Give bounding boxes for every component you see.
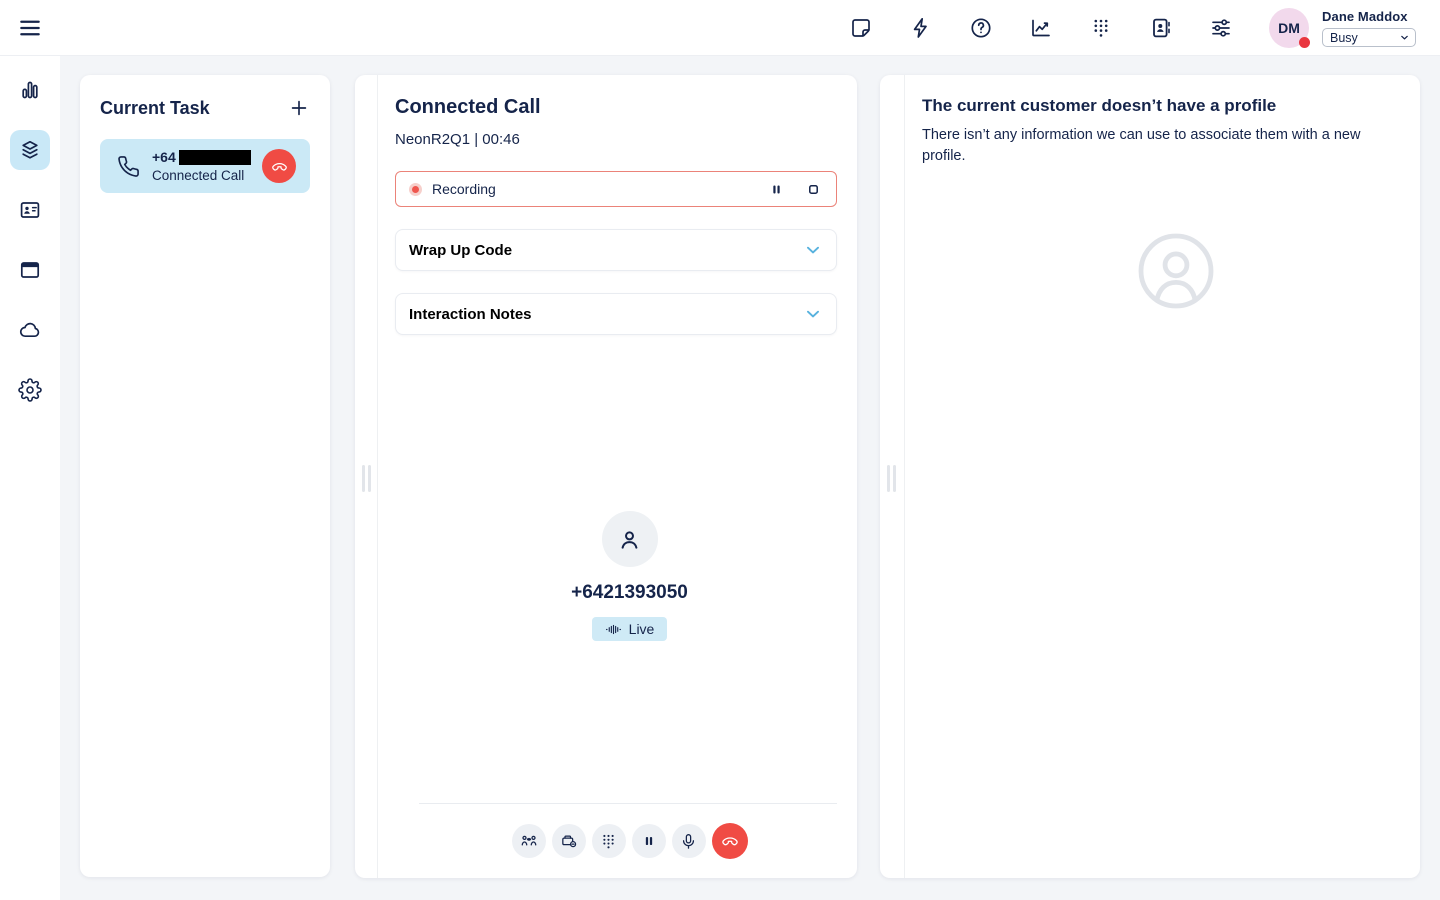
interaction-notes-label: Interaction Notes [409, 306, 532, 323]
end-call-button[interactable] [712, 823, 748, 859]
rail-item-tasks[interactable] [10, 130, 50, 170]
call-controls [402, 823, 857, 859]
left-rail [0, 56, 60, 900]
panel-resize-gutter [880, 75, 905, 878]
live-label: Live [629, 621, 655, 637]
customer-profile-panel: The current customer doesn’t have a prof… [880, 75, 1420, 878]
gear-icon [18, 378, 42, 402]
notes-button[interactable] [849, 16, 873, 40]
status-select-value: Busy [1330, 31, 1358, 45]
user-circle-icon [1134, 229, 1218, 313]
contacts-button[interactable] [1149, 16, 1173, 40]
caller-phone-number: +6421393050 [402, 582, 857, 604]
live-badge: Live [592, 617, 668, 641]
panel-drag-handle[interactable] [362, 465, 371, 492]
add-task-button[interactable] [288, 97, 310, 119]
interaction-notes-expander[interactable]: Interaction Notes [395, 293, 837, 335]
recording-label: Recording [432, 181, 496, 197]
recording-dot-icon [409, 183, 422, 196]
contacts-icon [1149, 16, 1173, 40]
contact-card-icon [18, 198, 42, 222]
topbar: DM Dane Maddox Busy [0, 0, 1440, 56]
busy-status-dot [1299, 37, 1310, 48]
profile-placeholder [931, 229, 1420, 313]
stop-recording-button[interactable] [803, 179, 823, 199]
rail-item-dashboard[interactable] [10, 70, 50, 110]
window-icon [18, 258, 42, 282]
voicemail-drop-button[interactable] [552, 824, 586, 858]
transfer-icon [519, 831, 539, 851]
user-name: Dane Maddox [1322, 9, 1416, 24]
bar-chart-icon [18, 78, 42, 102]
main-area: Current Task +64 Connected Call [60, 56, 1440, 900]
dialpad-icon [599, 832, 618, 851]
settings-sliders-icon [1209, 16, 1233, 40]
no-profile-title: The current customer doesn’t have a prof… [922, 96, 1390, 116]
help-icon [969, 16, 993, 40]
voicemail-drop-icon [559, 831, 579, 851]
pause-recording-button[interactable] [766, 179, 786, 199]
call-info: NeonR2Q1 | 00:46 [395, 131, 837, 148]
dialpad-icon [1089, 16, 1113, 40]
end-call-icon [720, 831, 740, 851]
chevron-down-icon [1399, 32, 1410, 43]
plus-icon [288, 97, 310, 119]
pause-icon [767, 180, 786, 199]
rail-item-cloud[interactable] [10, 310, 50, 350]
rail-item-window[interactable] [10, 250, 50, 290]
wrap-up-code-expander[interactable]: Wrap Up Code [395, 229, 837, 271]
dialpad-button[interactable] [1089, 16, 1113, 40]
no-profile-description: There isn’t any information we can use t… [922, 125, 1390, 167]
hold-pause-icon [640, 832, 658, 850]
phone-icon [117, 155, 140, 178]
notes-icon [849, 16, 873, 40]
avatar[interactable]: DM [1269, 8, 1309, 48]
task-card[interactable]: +64 Connected Call [100, 139, 310, 193]
rail-item-contacts[interactable] [10, 190, 50, 230]
topbar-icon-row [849, 16, 1233, 40]
call-panel-title: Connected Call [395, 96, 837, 119]
chevron-down-icon [802, 239, 824, 261]
wrap-up-code-label: Wrap Up Code [409, 242, 512, 259]
mute-button[interactable] [672, 824, 706, 858]
end-call-icon [270, 157, 289, 176]
task-phone-prefix: +64 [152, 150, 176, 164]
transfer-button[interactable] [512, 824, 546, 858]
task-status-label: Connected Call [152, 169, 251, 183]
waveform-icon [605, 623, 622, 636]
chevron-down-icon [802, 303, 824, 325]
settings-sliders-button[interactable] [1209, 16, 1233, 40]
status-select[interactable]: Busy [1322, 28, 1416, 47]
dialpad-button[interactable] [592, 824, 626, 858]
mute-mic-icon [679, 832, 698, 851]
hamburger-menu-icon [17, 15, 43, 41]
person-icon [616, 526, 643, 553]
quick-actions-icon [909, 16, 933, 40]
connected-call-panel: Connected Call NeonR2Q1 | 00:46 Recordin… [355, 75, 857, 878]
analytics-button[interactable] [1029, 16, 1053, 40]
stop-icon [804, 180, 823, 199]
quick-actions-button[interactable] [909, 16, 933, 40]
caller-avatar [602, 511, 658, 567]
divider [419, 803, 837, 804]
caller-block: +6421393050 Live [402, 511, 857, 641]
app-root: DM Dane Maddox Busy [0, 0, 1440, 900]
task-end-call-button[interactable] [262, 149, 296, 183]
current-task-panel: Current Task +64 Connected Call [80, 75, 330, 877]
current-task-title: Current Task [100, 98, 210, 119]
user-block: DM Dane Maddox Busy [1269, 8, 1416, 48]
cloud-icon [18, 318, 42, 342]
help-button[interactable] [969, 16, 993, 40]
layers-icon [18, 138, 42, 162]
rail-item-settings[interactable] [10, 370, 50, 410]
hold-button[interactable] [632, 824, 666, 858]
redacted-phone-number [179, 150, 251, 165]
recording-bar: Recording [395, 171, 837, 207]
analytics-icon [1029, 16, 1053, 40]
menu-button[interactable] [17, 15, 43, 41]
panel-resize-gutter [355, 75, 378, 878]
panel-drag-handle[interactable] [887, 465, 896, 492]
avatar-initials: DM [1278, 20, 1300, 36]
